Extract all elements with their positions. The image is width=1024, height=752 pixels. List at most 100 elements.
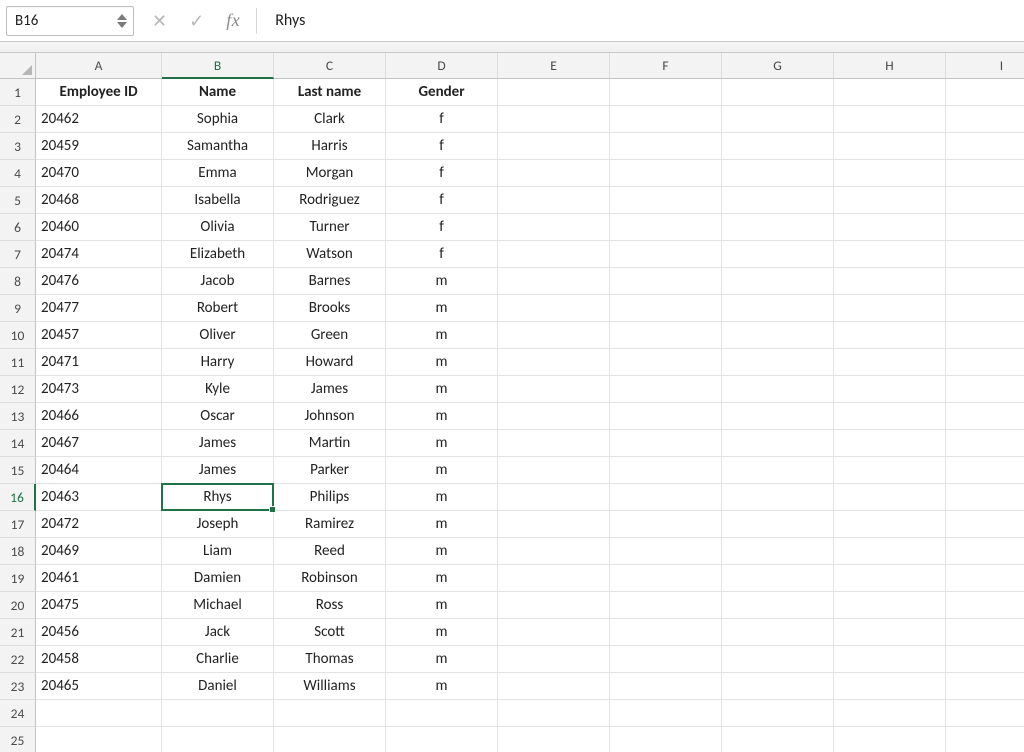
- cell-B8[interactable]: Jacob: [162, 268, 274, 295]
- cell-H8[interactable]: [834, 268, 946, 295]
- chevron-up-icon[interactable]: [117, 14, 127, 20]
- cell-A21[interactable]: 20456: [36, 619, 162, 646]
- cell-A13[interactable]: 20466: [36, 403, 162, 430]
- cell-H6[interactable]: [834, 214, 946, 241]
- cell-F17[interactable]: [610, 511, 722, 538]
- cell-G1[interactable]: [722, 79, 834, 106]
- cell-B3[interactable]: Samantha: [162, 133, 274, 160]
- cell-A25[interactable]: [36, 727, 162, 752]
- row-header-13[interactable]: 13: [0, 403, 36, 430]
- cell-B10[interactable]: Oliver: [162, 322, 274, 349]
- select-all-corner[interactable]: [0, 53, 36, 79]
- cell-E3[interactable]: [498, 133, 610, 160]
- row-header-2[interactable]: 2: [0, 106, 36, 133]
- cell-E13[interactable]: [498, 403, 610, 430]
- cell-I19[interactable]: [946, 565, 1024, 592]
- cell-G3[interactable]: [722, 133, 834, 160]
- cell-E4[interactable]: [498, 160, 610, 187]
- cell-B25[interactable]: [162, 727, 274, 752]
- row-header-12[interactable]: 12: [0, 376, 36, 403]
- cell-E8[interactable]: [498, 268, 610, 295]
- cell-H13[interactable]: [834, 403, 946, 430]
- cell-H22[interactable]: [834, 646, 946, 673]
- cell-B20[interactable]: Michael: [162, 592, 274, 619]
- column-header-B[interactable]: B: [162, 53, 274, 79]
- cell-D24[interactable]: [386, 700, 498, 727]
- row-header-11[interactable]: 11: [0, 349, 36, 376]
- cell-E12[interactable]: [498, 376, 610, 403]
- cell-F12[interactable]: [610, 376, 722, 403]
- row-header-24[interactable]: 24: [0, 700, 36, 727]
- cell-I1[interactable]: [946, 79, 1024, 106]
- cell-C2[interactable]: Clark: [274, 106, 386, 133]
- cell-D8[interactable]: m: [386, 268, 498, 295]
- cell-F3[interactable]: [610, 133, 722, 160]
- cell-I10[interactable]: [946, 322, 1024, 349]
- cell-A17[interactable]: 20472: [36, 511, 162, 538]
- cell-C7[interactable]: Watson: [274, 241, 386, 268]
- cell-F21[interactable]: [610, 619, 722, 646]
- cell-D20[interactable]: m: [386, 592, 498, 619]
- cell-G15[interactable]: [722, 457, 834, 484]
- cell-B19[interactable]: Damien: [162, 565, 274, 592]
- cell-D13[interactable]: m: [386, 403, 498, 430]
- cell-H18[interactable]: [834, 538, 946, 565]
- cell-I20[interactable]: [946, 592, 1024, 619]
- cell-D21[interactable]: m: [386, 619, 498, 646]
- cell-B12[interactable]: Kyle: [162, 376, 274, 403]
- cell-B5[interactable]: Isabella: [162, 187, 274, 214]
- cell-G14[interactable]: [722, 430, 834, 457]
- cell-I6[interactable]: [946, 214, 1024, 241]
- cell-G4[interactable]: [722, 160, 834, 187]
- cell-D2[interactable]: f: [386, 106, 498, 133]
- row-header-21[interactable]: 21: [0, 619, 36, 646]
- cell-D25[interactable]: [386, 727, 498, 752]
- cell-A1[interactable]: Employee ID: [36, 79, 162, 106]
- cell-G16[interactable]: [722, 484, 834, 511]
- cell-C5[interactable]: Rodriguez: [274, 187, 386, 214]
- cell-A19[interactable]: 20461: [36, 565, 162, 592]
- cell-I25[interactable]: [946, 727, 1024, 752]
- cell-C12[interactable]: James: [274, 376, 386, 403]
- cell-H11[interactable]: [834, 349, 946, 376]
- cell-A7[interactable]: 20474: [36, 241, 162, 268]
- cell-F9[interactable]: [610, 295, 722, 322]
- accept-icon[interactable]: ✓: [189, 10, 204, 32]
- row-header-5[interactable]: 5: [0, 187, 36, 214]
- cell-F2[interactable]: [610, 106, 722, 133]
- cell-F5[interactable]: [610, 187, 722, 214]
- cell-A23[interactable]: 20465: [36, 673, 162, 700]
- cell-H16[interactable]: [834, 484, 946, 511]
- cell-G5[interactable]: [722, 187, 834, 214]
- cell-I17[interactable]: [946, 511, 1024, 538]
- cell-D14[interactable]: m: [386, 430, 498, 457]
- cell-G6[interactable]: [722, 214, 834, 241]
- cell-C15[interactable]: Parker: [274, 457, 386, 484]
- cell-H21[interactable]: [834, 619, 946, 646]
- name-box-stepper[interactable]: [117, 14, 133, 28]
- column-header-C[interactable]: C: [274, 53, 386, 79]
- cell-C13[interactable]: Johnson: [274, 403, 386, 430]
- cell-B11[interactable]: Harry: [162, 349, 274, 376]
- cell-A22[interactable]: 20458: [36, 646, 162, 673]
- cell-E21[interactable]: [498, 619, 610, 646]
- cell-D7[interactable]: f: [386, 241, 498, 268]
- cell-A8[interactable]: 20476: [36, 268, 162, 295]
- cell-H4[interactable]: [834, 160, 946, 187]
- row-header-25[interactable]: 25: [0, 727, 36, 752]
- cell-D4[interactable]: f: [386, 160, 498, 187]
- cell-A24[interactable]: [36, 700, 162, 727]
- cell-F8[interactable]: [610, 268, 722, 295]
- row-header-17[interactable]: 17: [0, 511, 36, 538]
- cell-G12[interactable]: [722, 376, 834, 403]
- cell-E14[interactable]: [498, 430, 610, 457]
- cell-F20[interactable]: [610, 592, 722, 619]
- cell-C11[interactable]: Howard: [274, 349, 386, 376]
- cell-C9[interactable]: Brooks: [274, 295, 386, 322]
- cell-E23[interactable]: [498, 673, 610, 700]
- cell-C4[interactable]: Morgan: [274, 160, 386, 187]
- cell-F24[interactable]: [610, 700, 722, 727]
- cell-A11[interactable]: 20471: [36, 349, 162, 376]
- cell-H23[interactable]: [834, 673, 946, 700]
- cell-G19[interactable]: [722, 565, 834, 592]
